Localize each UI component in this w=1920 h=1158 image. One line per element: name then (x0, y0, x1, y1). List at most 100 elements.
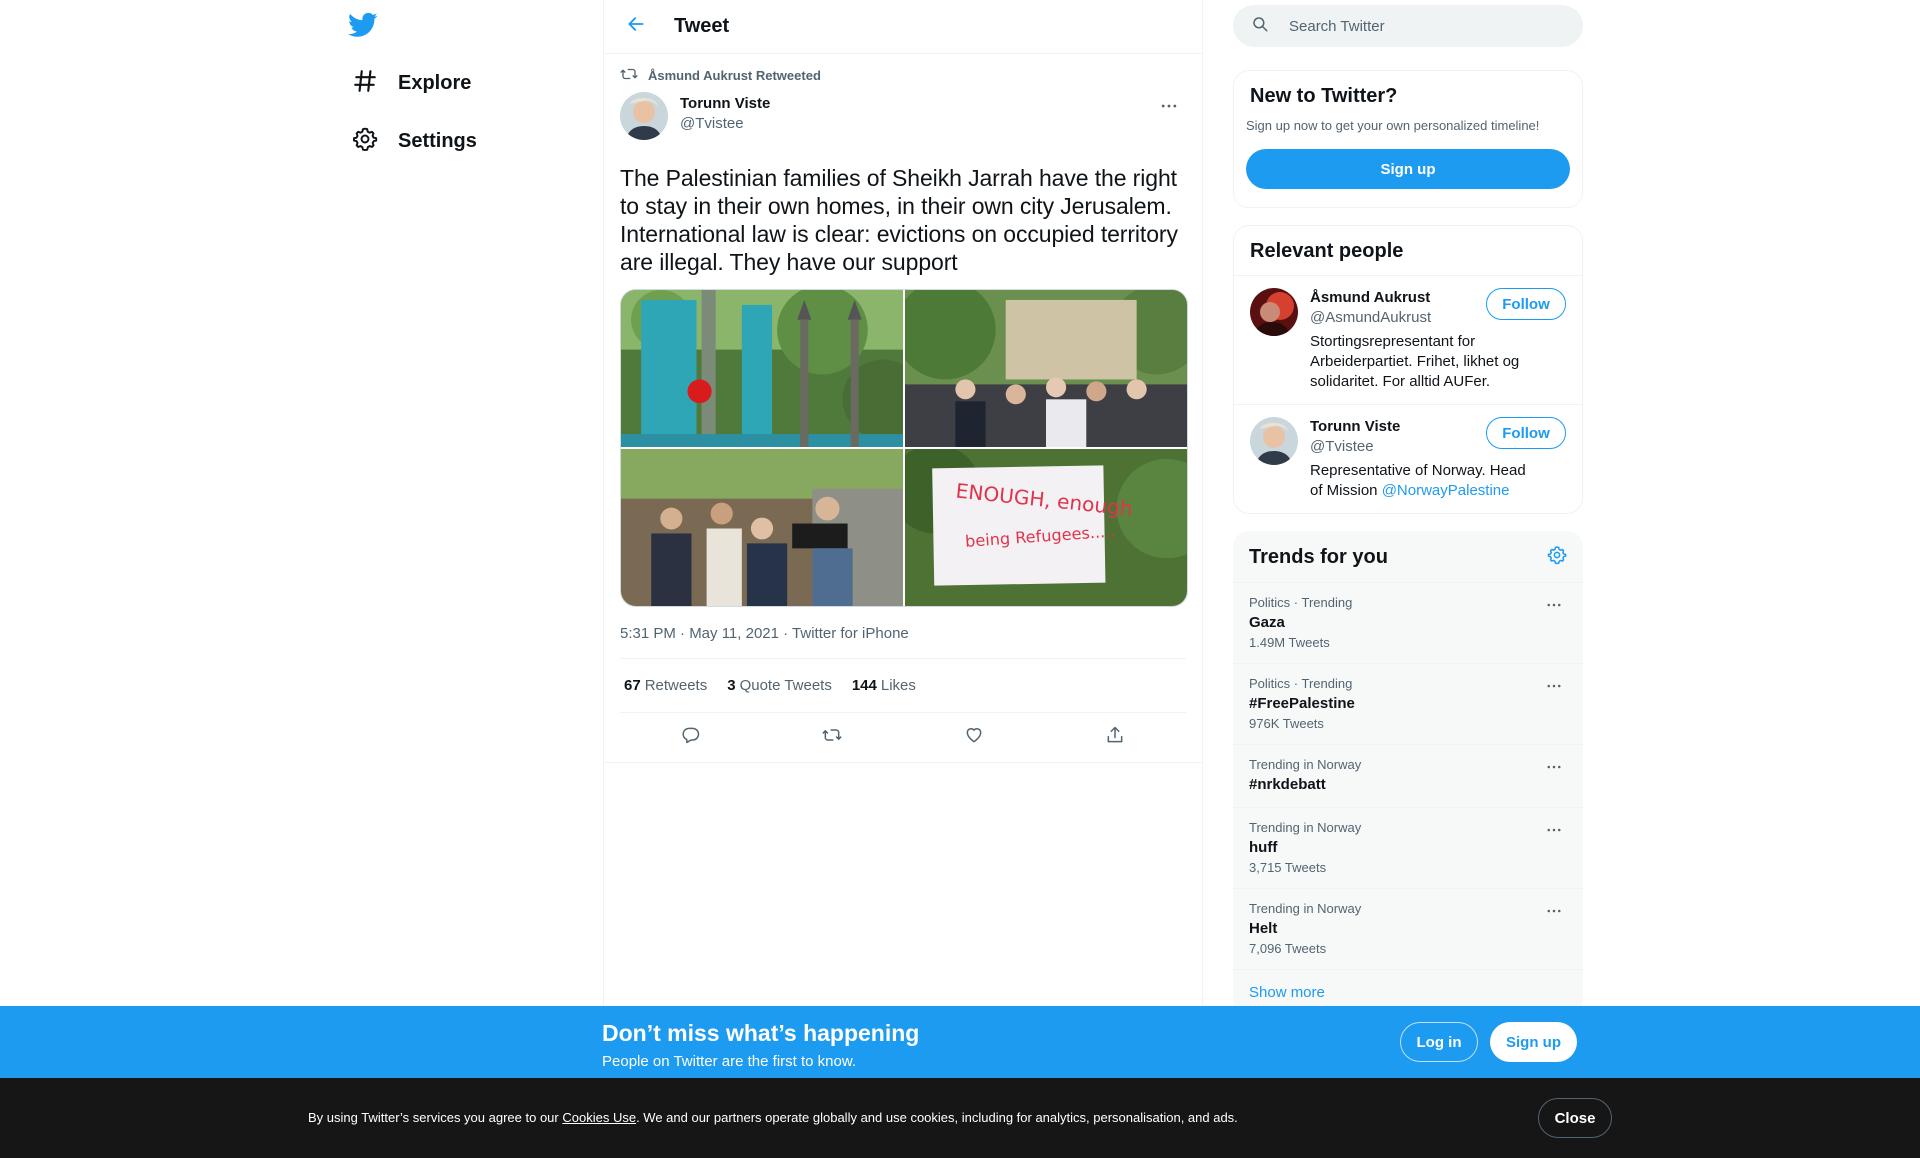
retweeted-by-text[interactable]: Åsmund Aukrust Retweeted (648, 68, 821, 83)
person-asmund[interactable]: Åsmund Aukrust @AsmundAukrust Stortingsr… (1234, 276, 1582, 405)
like-button[interactable] (956, 720, 992, 756)
cookies-use-link[interactable]: Cookies Use (562, 1110, 636, 1125)
tweet-photo-2[interactable] (905, 290, 1187, 447)
person-bio-mention[interactable]: @NorwayPalestine (1382, 482, 1510, 499)
main-header: Tweet (604, 0, 1202, 54)
trend-item[interactable]: Trending in Norway Helt 7,096 Tweets (1233, 889, 1583, 970)
heart-icon (964, 725, 984, 750)
retweet-button[interactable] (814, 720, 850, 756)
cookie-text: By using Twitter’s services you agree to… (308, 1110, 1238, 1125)
trend-item[interactable]: Trending in Norway huff 3,715 Tweets (1233, 808, 1583, 889)
trend-item[interactable]: Politics · Trending Gaza 1.49M Tweets (1233, 583, 1583, 664)
quote-tweets-label: Quote Tweets (739, 677, 832, 694)
page-title: Tweet (674, 15, 730, 37)
author-names: Torunn Viste @Tvistee (680, 94, 770, 134)
follow-button[interactable]: Follow (1486, 417, 1566, 449)
trend-item[interactable]: Trending in Norway #nrkdebatt (1233, 745, 1583, 808)
bottom-bar-title: Don’t miss what’s happening (602, 1020, 920, 1046)
author-handle[interactable]: @Tvistee (680, 114, 770, 134)
more-dots-icon (1545, 596, 1563, 619)
right-column: New to Twitter? Sign up now to get your … (1233, 0, 1583, 1015)
tweet-timestamp[interactable]: 5:31 PM · May 11, 2021 · Twitter for iPh… (620, 625, 909, 642)
trend-context: Trending in Norway (1249, 901, 1362, 916)
trend-more-button[interactable] (1537, 755, 1571, 783)
new-to-twitter-card: New to Twitter? Sign up now to get your … (1233, 70, 1583, 208)
cookie-text-after: . We and our partners operate globally a… (636, 1110, 1238, 1125)
trend-name: #nrkdebatt (1249, 776, 1326, 793)
retweet-context: Åsmund Aukrust Retweeted (620, 54, 1186, 92)
trend-name: Helt (1249, 920, 1278, 937)
main-column: Tweet Åsmund Aukrust Retweeted Torunn Vi… (603, 0, 1203, 1158)
likes-label: Likes (880, 677, 916, 694)
person-bio: Stortingsrepresentant for Arbeiderpartie… (1310, 333, 1520, 390)
trend-count: 1.49M Tweets (1249, 635, 1330, 650)
trend-more-button[interactable] (1537, 674, 1571, 702)
more-dots-icon (1545, 821, 1563, 844)
gear-icon (352, 126, 378, 157)
reply-button[interactable] (673, 720, 709, 756)
trend-count: 976K Tweets (1249, 716, 1324, 731)
avatar[interactable] (620, 92, 668, 140)
tweet-more-button[interactable] (1152, 94, 1186, 122)
trends-title: Trends for you (1249, 546, 1388, 568)
tweet-photo-3[interactable] (621, 449, 903, 606)
reply-icon (681, 725, 701, 750)
trend-context: Trending in Norway (1249, 820, 1362, 835)
nav-explore-label: Explore (398, 71, 472, 94)
trend-name: huff (1249, 839, 1278, 856)
tweet-meta: 5:31 PM · May 11, 2021 · Twitter for iPh… (620, 625, 1186, 659)
tweet-actions (604, 713, 1202, 763)
avatar[interactable] (1250, 417, 1298, 465)
tweet-photo-4[interactable]: ENOUGH, enough being Refugees..... (905, 449, 1187, 606)
hashtag-icon (352, 68, 378, 99)
tweet-photo-1[interactable] (621, 290, 903, 447)
trend-more-button[interactable] (1537, 899, 1571, 927)
trends-card: Trends for you Politics · Trending Gaza … (1233, 531, 1583, 1015)
retweet-icon (822, 725, 842, 750)
new-to-twitter-subtitle: Sign up now to get your own personalized… (1246, 118, 1540, 133)
tweet: Åsmund Aukrust Retweeted Torunn Viste @T… (604, 54, 1202, 763)
trend-count: 7,096 Tweets (1249, 941, 1327, 956)
sidebar-signup-button[interactable]: Sign up (1246, 149, 1570, 189)
trend-context: Politics · Trending (1249, 676, 1353, 691)
author-name[interactable]: Torunn Viste (680, 94, 770, 114)
share-button[interactable] (1097, 720, 1133, 756)
page: Explore Settings Tweet Åsmund Aukrust Re… (0, 0, 1920, 1158)
signup-button[interactable]: Sign up (1490, 1022, 1577, 1062)
gear-icon[interactable] (1547, 545, 1567, 570)
trend-name: Gaza (1249, 614, 1285, 631)
search-input[interactable] (1289, 17, 1549, 35)
relevant-people-title: Relevant people (1234, 226, 1582, 276)
tweet-author: Torunn Viste @Tvistee (620, 92, 1186, 154)
nav-settings[interactable]: Settings (340, 115, 489, 167)
person-bio: Representative of Norway. Head of Missio… (1310, 461, 1530, 501)
trend-item[interactable]: Politics · Trending #FreePalestine 976K … (1233, 664, 1583, 745)
search-icon (1251, 15, 1269, 38)
more-dots-icon (1545, 902, 1563, 925)
likes-stat[interactable]: 144 Likes (852, 677, 916, 694)
trend-context: Trending in Norway (1249, 757, 1362, 772)
retweets-stat[interactable]: 67 Retweets (624, 677, 707, 694)
back-button[interactable] (618, 9, 654, 45)
person-torunn[interactable]: Torunn Viste @Tvistee Representative of … (1234, 405, 1582, 513)
cookie-bar: By using Twitter’s services you agree to… (0, 1078, 1920, 1158)
login-button[interactable]: Log in (1400, 1022, 1478, 1062)
quote-tweets-count: 3 (727, 677, 736, 694)
more-dots-icon (1159, 96, 1179, 121)
avatar[interactable] (1250, 288, 1298, 336)
cookie-close-button[interactable]: Close (1538, 1098, 1612, 1138)
trend-more-button[interactable] (1537, 818, 1571, 846)
nav-explore[interactable]: Explore (340, 57, 483, 109)
tweet-media-grid: ENOUGH, enough being Refugees..... (620, 289, 1188, 607)
trend-more-button[interactable] (1537, 593, 1571, 621)
follow-button[interactable]: Follow (1486, 288, 1566, 320)
bottom-signup-bar: Don’t miss what’s happening People on Tw… (0, 1006, 1920, 1078)
retweets-label: Retweets (644, 677, 708, 694)
twitter-bird-icon[interactable] (348, 10, 380, 42)
more-dots-icon (1545, 758, 1563, 781)
trend-name: #FreePalestine (1249, 695, 1355, 712)
share-icon (1105, 725, 1125, 750)
more-dots-icon (1545, 677, 1563, 700)
quote-tweets-stat[interactable]: 3 Quote Tweets (727, 677, 832, 694)
arrow-left-icon (626, 14, 646, 39)
